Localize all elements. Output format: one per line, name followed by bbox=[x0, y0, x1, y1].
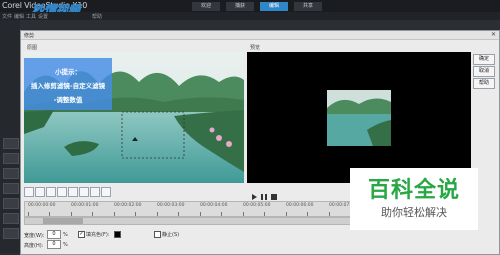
ruler-label: 00:00:02:00 bbox=[114, 203, 142, 208]
fill-color-swatch[interactable] bbox=[114, 231, 121, 238]
ruler-label: 00:00:06:00 bbox=[286, 203, 314, 208]
ruler-label: 00:00:05:00 bbox=[243, 203, 271, 208]
menu-settings[interactable]: 设置 bbox=[38, 13, 48, 20]
timeline-scrollbar[interactable] bbox=[24, 217, 376, 225]
keyframe-button[interactable] bbox=[101, 187, 111, 197]
tool-button[interactable] bbox=[3, 213, 19, 224]
fill-color-checkbox[interactable]: ✓ bbox=[78, 231, 85, 238]
preview-image[interactable] bbox=[247, 52, 471, 183]
tool-button[interactable] bbox=[3, 168, 19, 179]
menu-file[interactable]: 文件 bbox=[2, 13, 12, 20]
menu-bar: 文件 编辑 工具 设置 帮助 bbox=[0, 12, 500, 20]
menu-tools[interactable]: 工具 bbox=[26, 13, 36, 20]
menu-edit[interactable]: 编辑 bbox=[14, 13, 24, 20]
original-label: 原图 bbox=[27, 45, 38, 51]
keyframe-button[interactable] bbox=[46, 187, 56, 197]
width-label: 宽度(W): bbox=[24, 233, 45, 239]
ruler-label: 00:00:01:00 bbox=[71, 203, 99, 208]
keyframe-button[interactable] bbox=[68, 187, 78, 197]
baike-watermark: 百科全说 助你轻松解决 bbox=[350, 168, 478, 230]
ruler-label: 00:00:00:00 bbox=[28, 203, 56, 208]
height-label: 高度(H): bbox=[24, 243, 44, 249]
fill-color-label: 填充色(F): bbox=[86, 232, 110, 238]
tab-share[interactable]: 共享 bbox=[294, 2, 322, 11]
keyframe-button[interactable] bbox=[90, 187, 100, 197]
height-unit: % bbox=[63, 242, 68, 248]
tip-line: 小提示： bbox=[55, 68, 81, 76]
menu-help[interactable]: 帮助 bbox=[92, 13, 102, 20]
ruler-label: 00:00:03:00 bbox=[157, 203, 185, 208]
tool-button[interactable] bbox=[3, 198, 19, 209]
tab-edit[interactable]: 编辑 bbox=[260, 2, 288, 11]
stop-icon[interactable] bbox=[271, 194, 277, 200]
static-checkbox[interactable] bbox=[154, 231, 161, 238]
scrollbar-thumb[interactable] bbox=[43, 218, 83, 224]
tab-capture[interactable]: 捕获 bbox=[226, 2, 254, 11]
tab-welcome[interactable]: 欢迎 bbox=[192, 2, 220, 11]
static-label: 静止(S) bbox=[162, 232, 180, 238]
tool-button[interactable] bbox=[3, 228, 19, 239]
keyframe-button[interactable] bbox=[24, 187, 34, 197]
title-bar: Corel VideoStudio X10 秒懂视频 欢迎 捕获 编辑 共享 bbox=[0, 0, 500, 17]
pause-icon[interactable] bbox=[261, 194, 267, 200]
help-button[interactable]: 帮助 bbox=[473, 78, 495, 89]
width-input[interactable]: 0 bbox=[47, 230, 61, 239]
tool-button[interactable] bbox=[3, 138, 19, 149]
tip-overlay: 小提示： 插入修剪滤镜-自定义滤镜 -调整数值 bbox=[24, 58, 112, 110]
keyframe-button[interactable] bbox=[35, 187, 45, 197]
dialog-title: 修剪 bbox=[24, 33, 35, 39]
keyframe-toolbar bbox=[24, 187, 244, 197]
preview-label: 预览 bbox=[250, 45, 261, 51]
play-icon[interactable] bbox=[252, 194, 257, 200]
tool-button[interactable] bbox=[3, 153, 19, 164]
width-unit: % bbox=[63, 232, 68, 238]
timeline-ruler[interactable]: 00:00:00:00 00:00:01:00 00:00:02:00 00:0… bbox=[24, 201, 376, 217]
baike-title: 百科全说 bbox=[367, 178, 460, 203]
tip-line: -调整数值 bbox=[53, 96, 83, 104]
height-input[interactable]: 0 bbox=[47, 240, 61, 249]
baike-subtitle: 助你轻松解决 bbox=[381, 206, 447, 219]
keyframe-button[interactable] bbox=[79, 187, 89, 197]
close-icon[interactable]: ✕ bbox=[491, 31, 496, 38]
ruler-label: 00:00:04:00 bbox=[200, 203, 228, 208]
left-toolbar bbox=[0, 20, 20, 253]
dialog-titlebar: 修剪 ✕ bbox=[21, 31, 499, 40]
tip-line: 插入修剪滤镜-自定义滤镜 bbox=[30, 82, 106, 90]
ok-button[interactable]: 确定 bbox=[473, 54, 495, 65]
cancel-button[interactable]: 取消 bbox=[473, 66, 495, 77]
keyframe-button[interactable] bbox=[57, 187, 67, 197]
tool-button[interactable] bbox=[3, 183, 19, 194]
cropped-landscape-icon bbox=[247, 52, 471, 183]
